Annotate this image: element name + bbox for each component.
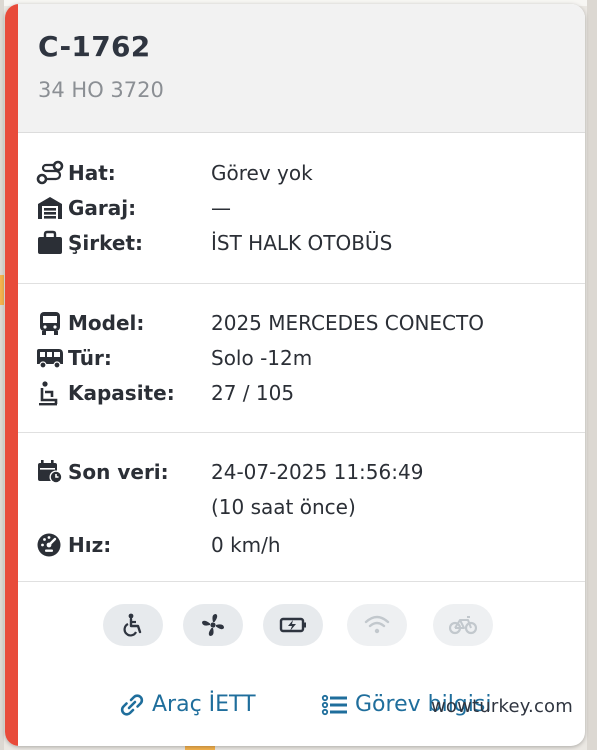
route-icon [36,160,64,185]
list-icon [321,694,347,715]
garage-value: — [211,196,231,220]
speedometer-icon [37,533,61,557]
model-label: Model: [68,311,145,335]
capacity-label: Kapasite: [68,381,175,405]
type-row: Tür: Solo -12m [36,343,585,373]
speed-label: Hız: [68,533,112,557]
bicycle-badge [433,604,493,646]
bus-side-icon [37,349,63,369]
air-conditioning-badge [183,604,243,646]
watermark: wowturkey.com [430,696,573,717]
last-data-label: Son veri: [68,460,169,484]
briefcase-icon [38,230,62,254]
line-label: Hat: [68,161,116,185]
type-value: Solo -12m [211,346,313,370]
type-label: Tür: [68,346,112,370]
wifi-badge [347,604,407,646]
wheelchair-badge [103,604,163,646]
charging-badge [263,604,323,646]
model-value: 2025 MERCEDES CONECTO [211,311,484,335]
vehicle-specs-section: Model: 2025 MERCEDES CONECTO Tür: Solo -… [18,284,585,433]
license-plate: 34 HO 3720 [38,78,164,102]
vehicle-code: C-1762 [38,30,151,63]
speed-value: 0 km/h [211,533,281,557]
last-data-relative: (10 saat önce) [211,495,356,519]
garage-label: Garaj: [68,196,137,220]
iett-link[interactable]: Araç İETT [118,692,256,717]
line-value: Görev yok [211,161,313,185]
status-section: Son veri: 24-07-2025 11:56:49 (10 saat ö… [18,433,585,582]
company-label: Şirket: [68,231,144,255]
bus-icon [40,312,60,335]
wifi-icon [364,615,390,634]
bicycle-icon [449,616,477,635]
map-road-highlight [185,746,215,750]
vehicle-info-card: C-1762 34 HO 3720 Hat: Görev yok Garaj: … [5,4,585,746]
seat-icon [39,381,58,406]
map-road-highlight [0,275,4,305]
company-value: İST HALK OTOBÜS [211,231,393,255]
air-conditioning-icon [202,614,224,636]
card-header: C-1762 34 HO 3720 [18,4,585,133]
capacity-value: 27 / 105 [211,381,295,405]
map-block [587,0,597,750]
route-info-section: Hat: Görev yok Garaj: — Şirket: İST HALK… [18,133,585,284]
company-row: Şirket: İST HALK OTOBÜS [36,228,585,258]
feature-badges [5,604,585,648]
speed-row: Hız: 0 km/h [36,530,585,560]
capacity-row: Kapasite: 27 / 105 [36,378,585,408]
link-icon [120,693,144,716]
warehouse-icon [38,197,62,219]
garage-row: Garaj: — [36,193,585,223]
line-row: Hat: Görev yok [36,158,585,188]
last-data-value: 24-07-2025 11:56:49 [211,460,424,484]
model-row: Model: 2025 MERCEDES CONECTO [36,308,585,338]
usb-charging-icon [279,617,306,633]
last-data-row: Son veri: 24-07-2025 11:56:49 [36,457,585,487]
calendar-clock-icon [38,460,63,484]
iett-link-label[interactable]: Araç İETT [152,692,256,717]
wheelchair-icon [123,613,142,637]
map-block [0,0,4,750]
